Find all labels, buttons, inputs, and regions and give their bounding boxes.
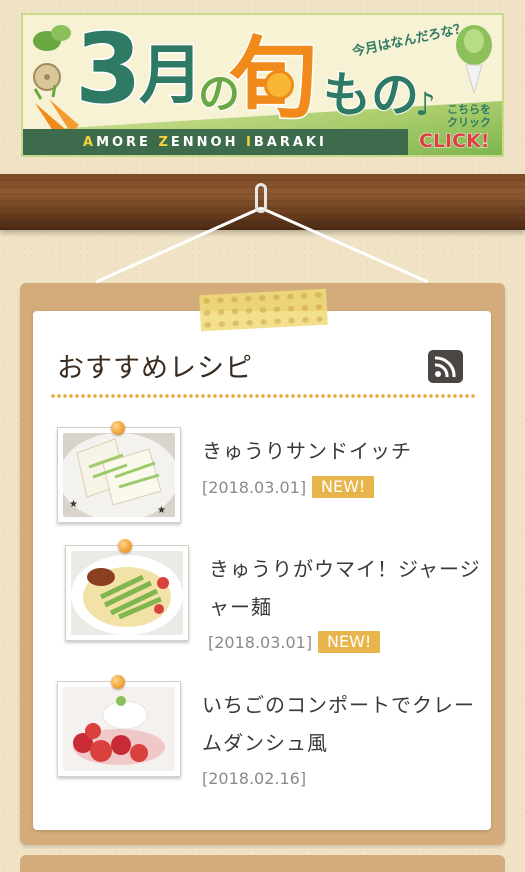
hook-icon	[255, 183, 267, 213]
recipe-date: [2018.03.01]	[202, 478, 307, 497]
seasonal-banner-link[interactable]: 3 月 の 旬 もの ♪ 今月はなんだろな？ AMORE ZENNOH IBAR…	[21, 13, 504, 157]
recipe-list-item[interactable]: ★ ★ きゅうりサンドイッチ [2018.03.01] NEW!	[0, 421, 525, 525]
banner-click-hint: こちらを クリック	[447, 103, 491, 129]
pin-icon	[111, 675, 125, 689]
pin-icon	[111, 421, 125, 435]
hanging-strings	[95, 206, 429, 284]
recipe-thumbnail	[57, 681, 181, 777]
rss-icon	[434, 356, 456, 378]
recipe-title-line2[interactable]: ャー麺	[209, 588, 272, 626]
svg-text:★: ★	[69, 499, 78, 510]
recipe-date: [2018.03.01]	[208, 633, 313, 652]
card-title: おすすめレシピ	[57, 353, 253, 384]
dotted-divider	[50, 394, 475, 398]
masking-tape	[199, 288, 328, 332]
next-card-board	[20, 855, 505, 872]
orange-slice-icon	[264, 70, 294, 100]
recipe-title[interactable]: きゅうりがウマイ！ジャージ	[209, 550, 481, 588]
noodle-photo	[71, 551, 183, 635]
recipe-title[interactable]: いちごのコンポートでクレー	[202, 686, 475, 724]
recipe-thumbnail	[65, 545, 189, 641]
pin-icon	[118, 539, 132, 553]
rss-button[interactable]	[428, 350, 463, 383]
banner-month-kanji: 月	[138, 39, 205, 113]
recipe-thumbnail: ★ ★	[57, 427, 181, 523]
recipe-list-item[interactable]: きゅうりがウマイ！ジャージ ャー麺 [2018.03.01] NEW!	[0, 539, 525, 663]
recipe-date: [2018.02.16]	[202, 769, 307, 788]
new-badge: NEW!	[318, 631, 381, 653]
recipe-title-line2[interactable]: ムダンシュ風	[202, 724, 328, 762]
sandwich-photo: ★ ★	[63, 433, 175, 517]
new-badge: NEW!	[312, 476, 375, 498]
banner-month-digit: 3	[74, 13, 144, 125]
svg-text:★: ★	[157, 505, 166, 516]
strawberry-photo	[63, 687, 175, 771]
banner-click-button[interactable]: CLICK!	[418, 130, 489, 153]
banner-subtitle: AMORE ZENNOH IBARAKI	[83, 135, 327, 150]
music-note-icon: ♪	[415, 85, 436, 123]
banner-mono-text: もの	[322, 66, 420, 124]
recipe-title[interactable]: きゅうりサンドイッチ	[202, 432, 412, 470]
recipe-list-item[interactable]: いちごのコンポートでクレー ムダンシュ風 [2018.02.16]	[0, 675, 525, 799]
